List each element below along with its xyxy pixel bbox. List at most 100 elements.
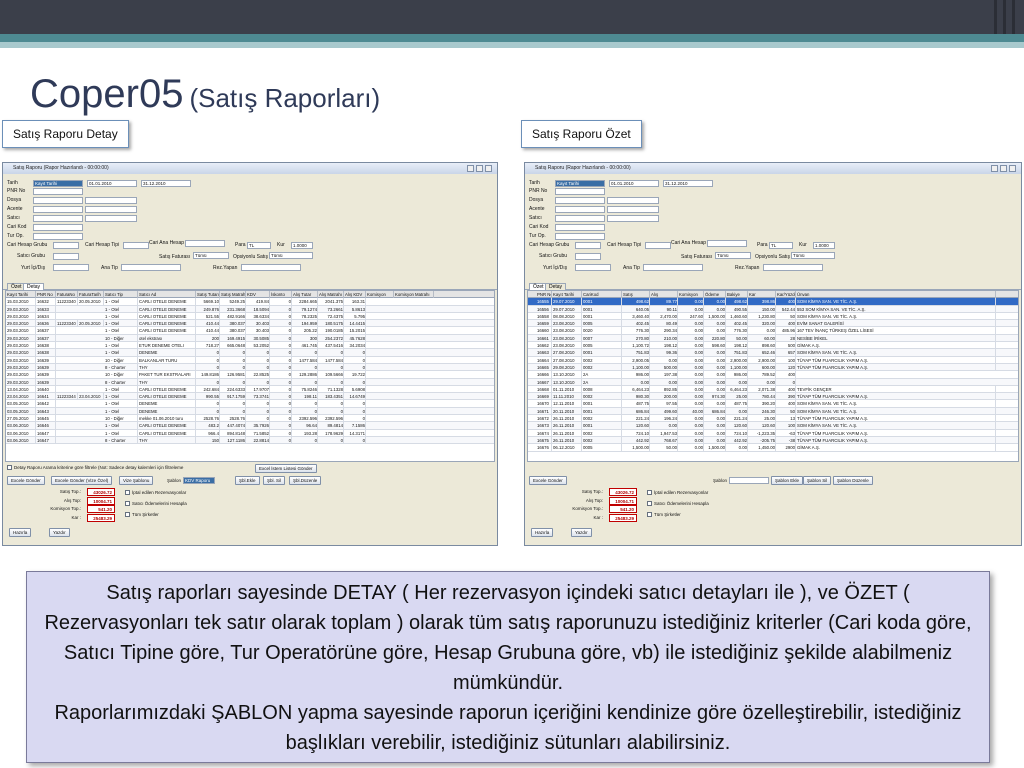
table-row[interactable]: 16670 12.11.2010 0001 487.75 97.55 0.00 0.00 48… <box>528 400 1018 408</box>
table-row[interactable]: 29.03.2010 16634 1 - Otel CARLI OTELE DENEM… <box>6 312 494 321</box>
yazdir-button[interactable]: Yazdır <box>49 528 70 537</box>
table-row[interactable]: 16675 26.11.2010 0002 442.92 768.67 0.00 0.00 4… <box>528 436 1018 445</box>
column-header[interactable]: KDV <box>246 291 270 298</box>
column-header[interactable]: Komisyon <box>366 291 394 298</box>
sablon-sil-button[interactable]: Şablon Sil <box>803 476 832 485</box>
cari-ana-hesap-input[interactable] <box>185 240 225 247</box>
minimize-button[interactable] <box>467 165 474 172</box>
checkbox-box[interactable] <box>7 465 12 471</box>
sablon-select[interactable] <box>729 477 769 484</box>
table-row[interactable]: 16664 27.08.2010 0002 2,900.05 0.00 0.00 0.00 2… <box>528 356 1018 364</box>
table-row[interactable]: 29.03.2010 16637 10 - Diğer otel ekstrası 20… <box>6 334 494 343</box>
column-header[interactable]: Kar/Yüzde <box>776 291 796 298</box>
minimize-button[interactable] <box>991 165 998 172</box>
maximize-button[interactable] <box>1000 165 1007 172</box>
filter-select-4[interactable] <box>33 215 83 222</box>
table-row[interactable]: 16671 20.11.2010 0001 686.84 499.60 40.00 686.… <box>528 407 1018 416</box>
table-row[interactable]: 13.04.2010 16640 1 - Otel CARLI OTELE DENEM… <box>6 385 494 394</box>
table-row[interactable]: 16672 26.11.2010 0002 221.24 196.24 0.00 0.00 2… <box>528 415 1018 423</box>
tab-detay[interactable]: Detay <box>23 283 45 290</box>
ana-tip-select[interactable] <box>121 264 181 271</box>
column-header[interactable]: Alış Matrahı <box>318 291 344 298</box>
cari-hesap-grubu-input[interactable] <box>53 242 79 249</box>
date-type-select[interactable]: Kayıt Tarihi <box>33 180 83 187</box>
table-row[interactable]: 16662 23.08.2010 0005 1,100.72 198.12 0.00 598… <box>528 342 1018 350</box>
table-row[interactable]: 27.05.2010 16645 10 - Diğer mekke 01.06.201… <box>6 415 494 423</box>
column-header[interactable]: Satış <box>622 291 650 298</box>
table-row[interactable]: 03.05.2010 16642 1 - Otel DENEME 0 0 0 0 0 0 0 <box>6 400 494 408</box>
table-row[interactable]: 29.03.2010 16639 8 - Charter THY 0 0 0 0 0 0 0 <box>6 363 494 372</box>
date-to-input[interactable]: 31.12.2010 <box>141 180 191 187</box>
column-header[interactable]: Kayıt Tarihi <box>6 291 36 298</box>
satici-grubu-input[interactable] <box>53 253 79 260</box>
column-header[interactable]: Komisyon Matrahı <box>394 291 434 298</box>
column-header[interactable]: Komisyon <box>678 291 704 298</box>
filter-select-5[interactable] <box>33 224 83 231</box>
sablon-duzenle-button[interactable]: Şablon Düzenle <box>833 476 873 485</box>
kur-input[interactable]: 1.0000 <box>813 242 835 249</box>
date-from-input[interactable]: 01.01.2010 <box>87 180 137 187</box>
satis-faturasi-select[interactable]: Tümü <box>715 252 751 259</box>
date-to-input[interactable]: 31.12.2010 <box>663 180 713 187</box>
table-row[interactable]: 03.06.2010 16647 1 - Otel CARLI OTELE DENEM… <box>6 429 494 437</box>
table-row[interactable]: 16660 23.08.2010 0020 776.30 290.34 0.00 0.00 7… <box>528 327 1018 335</box>
tab-detay[interactable]: Detay <box>545 283 567 290</box>
hazirla-button[interactable]: Hazırla <box>531 528 554 537</box>
column-header[interactable]: Satıcı Ad <box>138 291 196 298</box>
table-row[interactable]: 29.03.2010 16638 1 - Otel ETUR DENEME OTELI… <box>6 342 494 350</box>
column-header[interactable]: Ünvan <box>796 291 996 298</box>
checkbox-box[interactable] <box>125 501 130 507</box>
filter-desc-3[interactable] <box>85 206 137 213</box>
iptal-checkbox[interactable]: İptal edilen Rezervasyonlar <box>647 490 708 496</box>
excel-columns-button[interactable]: Excel İstem Listesi Gönder <box>255 464 317 473</box>
column-header[interactable]: PNR No <box>536 291 552 298</box>
rez-yapan-select[interactable] <box>763 264 823 271</box>
table-row[interactable]: 29.03.2010 16639 8 - Charter THY 0 0 0 0 0 0 0 <box>6 378 494 386</box>
sablon-ekle-button[interactable]: Şbl.Ekle <box>235 476 260 485</box>
column-header[interactable]: Alış KDV <box>344 291 366 298</box>
checkbox-box[interactable] <box>647 512 652 518</box>
iptal-checkbox[interactable]: İptal edilen Rezervasyonlar <box>125 490 186 496</box>
table-row[interactable]: 16663 27.08.2010 0001 751.83 99.36 0.00 0.00 75… <box>528 349 1018 357</box>
table-row[interactable]: 29.03.2010 16637 1 - Otel CARLI OTELE DENEM… <box>6 327 494 335</box>
column-header[interactable]: Alış <box>650 291 678 298</box>
checkbox-box[interactable] <box>125 490 130 496</box>
table-row[interactable]: 15.03.2010 16632 11223340 20.05.2010 1 - Ote… <box>6 298 494 306</box>
table-row[interactable]: 03.06.2010 16646 1 - Otel CARLI OTELE DENEM… <box>6 422 494 430</box>
cari-hesap-tipi-input[interactable] <box>123 242 149 249</box>
para-select[interactable]: TL <box>247 242 271 249</box>
checkbox-box[interactable] <box>125 512 130 518</box>
excel-vize-button[interactable]: Excele Gönder (Vize Özel) <box>51 476 113 485</box>
table-row[interactable]: 16661 23.08.2010 0007 270.80 210.00 0.00 220.8… <box>528 334 1018 343</box>
filter-desc-3[interactable] <box>607 206 659 213</box>
cari-hesap-tipi-input[interactable] <box>645 242 671 249</box>
opsiyonlu-satis-select[interactable]: Tümü <box>269 252 313 259</box>
sablon-select[interactable]: KDV Raporu <box>183 477 215 484</box>
table-row[interactable]: 16667 13.10.2010 2A 0.00 0.00 0.00 0.00 0.00 0.0… <box>528 378 1018 386</box>
date-type-select[interactable]: Kayıt Tarihi <box>555 180 605 187</box>
filter-desc-2[interactable] <box>607 197 659 204</box>
tum-sirketler-checkbox[interactable]: Tüm Şirketler <box>647 512 681 518</box>
sablon-ekle-button[interactable]: Şablon Ekle <box>771 476 804 485</box>
table-row[interactable]: 16659 23.08.2010 0005 402.45 80.49 0.00 0.00 40… <box>528 320 1018 328</box>
vize-sablon-button[interactable]: Vize Şablonu <box>119 476 154 485</box>
tum-sirketler-checkbox[interactable]: Tüm Şirketler <box>125 512 159 518</box>
column-header[interactable]: Bakiye <box>726 291 748 298</box>
filter-note-checkbox[interactable]: Detay Raporu Arama kriterine göre filtre… <box>7 465 183 471</box>
filter-desc-2[interactable] <box>85 197 137 204</box>
filter-select-3[interactable] <box>33 206 83 213</box>
filter-desc-4[interactable] <box>85 215 137 222</box>
satis-faturasi-select[interactable]: Tümü <box>193 252 229 259</box>
sablon-duzenle-button[interactable]: Şbl.Düzenle <box>289 476 322 485</box>
table-row[interactable]: 23.04.2010 16641 11223344 23.04.2010 1 - Ote… <box>6 393 494 401</box>
table-row[interactable]: 16668 01.11.2010 0008 6,464.23 892.85 0.00 0.0… <box>528 385 1018 394</box>
filter-select-5[interactable] <box>555 224 605 231</box>
column-header[interactable]: İskonto <box>270 291 292 298</box>
table-row[interactable]: 29.03.2010 16636 11223340 20.05.2010 1 - Ote… <box>6 320 494 328</box>
maximize-button[interactable] <box>476 165 483 172</box>
kur-input[interactable]: 1.0000 <box>291 242 313 249</box>
filter-select-3[interactable] <box>555 206 605 213</box>
hazirla-button[interactable]: Hazırla <box>9 528 32 537</box>
sablon-sil-button[interactable]: Şbl. Sil <box>263 476 286 485</box>
table-row[interactable]: 29.03.2010 16639 10 - Diğer PAKET TUR EKSTR… <box>6 371 494 379</box>
